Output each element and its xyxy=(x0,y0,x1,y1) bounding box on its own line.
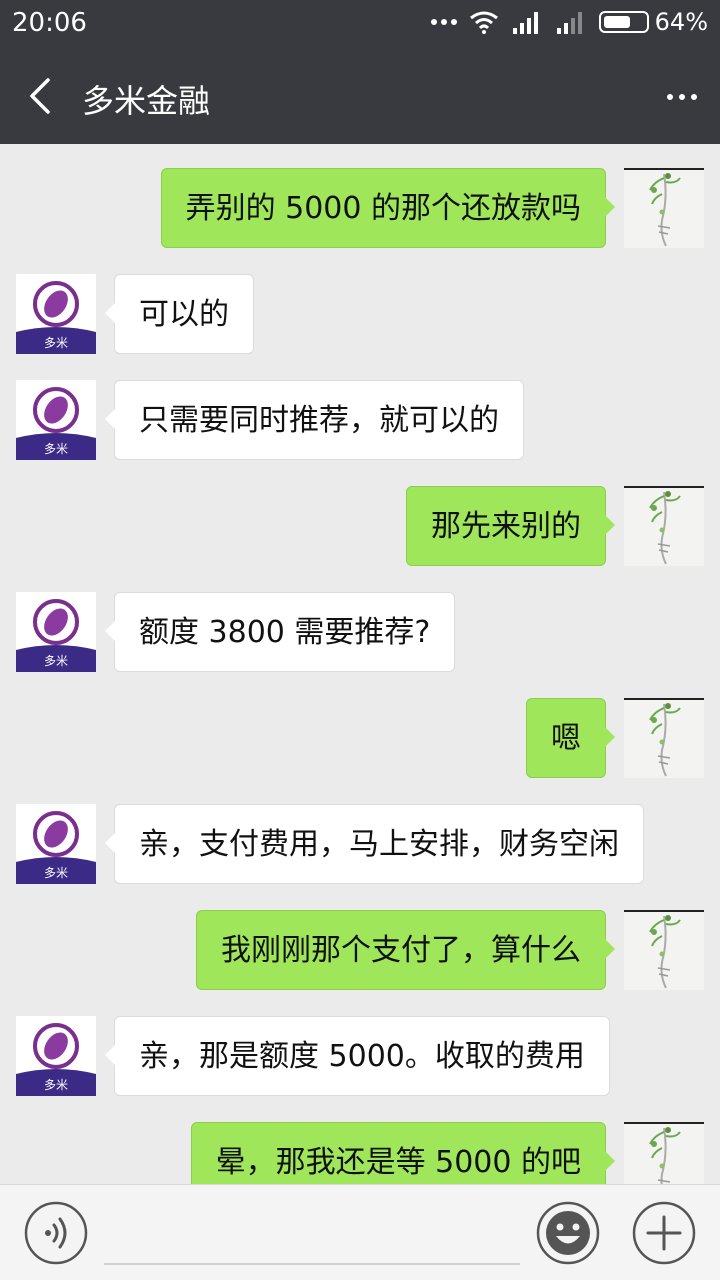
message-bubble[interactable]: 那先来别的 xyxy=(406,486,615,566)
status-time: 20:06 xyxy=(12,8,87,38)
battery-icon xyxy=(598,11,649,33)
my-avatar[interactable] xyxy=(624,1122,704,1184)
my-avatar[interactable] xyxy=(624,168,704,248)
svg-text:多米: 多米 xyxy=(44,442,68,456)
message-bubble[interactable]: 额度 3800 需要推荐? xyxy=(104,592,456,672)
svg-text:多米: 多米 xyxy=(44,654,68,668)
svg-text:多米: 多米 xyxy=(44,336,68,350)
message-bubble[interactable]: 亲，那是额度 5000。收取的费用 xyxy=(105,1016,610,1096)
voice-icon[interactable] xyxy=(24,1201,88,1265)
plus-icon[interactable] xyxy=(632,1201,696,1265)
input-bar xyxy=(0,1184,720,1280)
message-bubble[interactable]: 晕，那我还是等 5000 的吧 xyxy=(190,1122,616,1184)
more-icon[interactable] xyxy=(662,80,702,114)
status-bar: 20:06 64% xyxy=(0,0,720,50)
contact-avatar[interactable]: 多米 xyxy=(16,804,96,884)
battery-percent: 64% xyxy=(654,8,708,36)
notification-dots-icon xyxy=(430,19,457,25)
message-bubble[interactable]: 只需要同时推荐，就可以的 xyxy=(105,380,524,460)
signal-icon xyxy=(512,12,538,34)
status-icons: 64% xyxy=(430,8,708,36)
contact-avatar[interactable]: 多米 xyxy=(16,274,96,354)
text-input[interactable] xyxy=(104,1263,520,1265)
contact-avatar[interactable]: 多米 xyxy=(16,1016,96,1096)
message-bubble[interactable]: 嗯 xyxy=(526,698,615,778)
my-avatar[interactable] xyxy=(624,698,704,778)
chat-header: 多米金融 xyxy=(0,50,720,144)
wifi-icon xyxy=(469,11,498,34)
message-bubble[interactable]: 我刚刚那个支付了，算什么 xyxy=(196,910,615,990)
emoji-icon[interactable] xyxy=(536,1201,600,1265)
contact-avatar[interactable]: 多米 xyxy=(16,592,96,672)
back-arrow-icon[interactable] xyxy=(22,76,62,116)
chat-message-list[interactable]: 弄别的 5000 的那个还放款吗 多米 可以的 多米 只需要同时推荐，就可以的 那先来别的… xyxy=(0,144,720,1184)
my-avatar[interactable] xyxy=(624,486,704,566)
svg-text:多米: 多米 xyxy=(44,1078,68,1092)
my-avatar[interactable] xyxy=(624,910,704,990)
battery-indicator: 64% xyxy=(598,8,708,36)
svg-text:多米: 多米 xyxy=(44,866,68,880)
chat-title: 多米金融 xyxy=(82,82,211,120)
contact-avatar[interactable]: 多米 xyxy=(16,380,96,460)
message-bubble[interactable]: 弄别的 5000 的那个还放款吗 xyxy=(160,168,616,248)
signal-weak-icon xyxy=(556,12,582,34)
message-bubble[interactable]: 可以的 xyxy=(105,274,254,354)
message-bubble[interactable]: 亲，支付费用，马上安排，财务空闲 xyxy=(105,804,644,884)
